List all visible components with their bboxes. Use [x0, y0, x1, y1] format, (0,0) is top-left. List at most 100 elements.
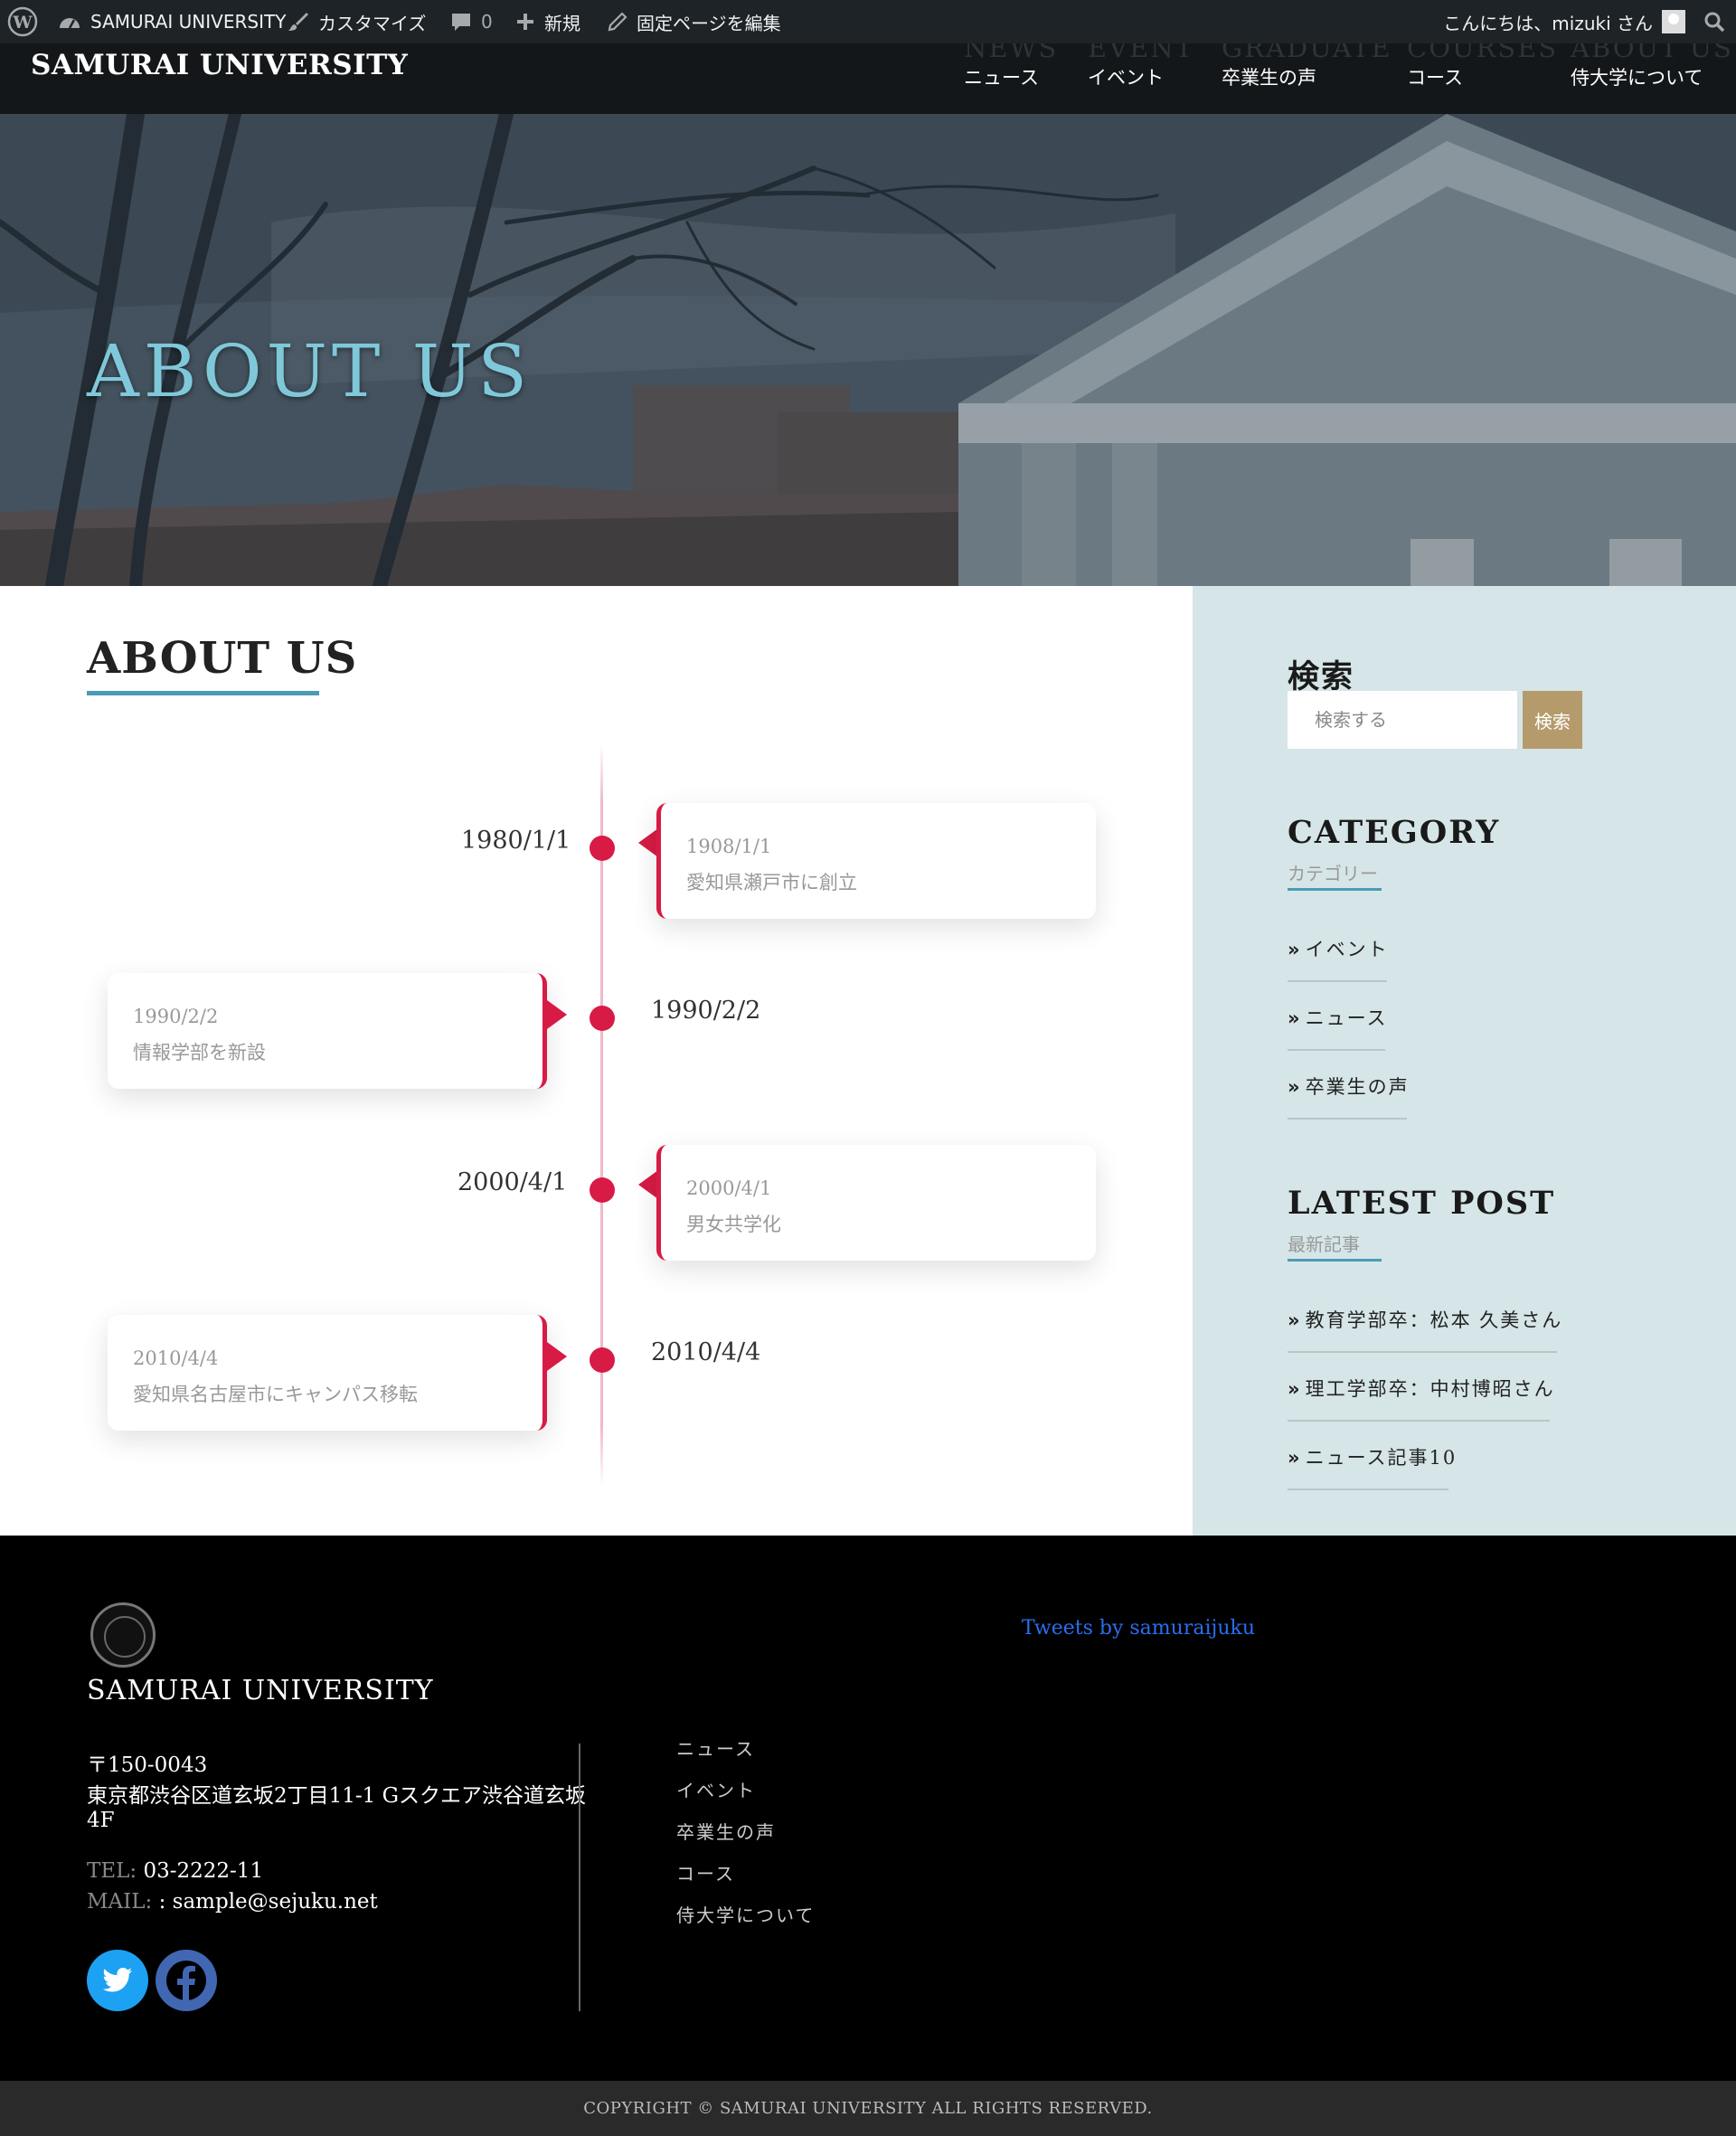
admin-greeting: こんにちは、mizuki さん	[1443, 12, 1653, 34]
category-divider	[1288, 1049, 1385, 1051]
mail-label: MAIL:	[87, 1890, 153, 1914]
category-link-label: ニュース	[1305, 1007, 1388, 1029]
admin-search-icon[interactable]	[1703, 0, 1725, 43]
twitter-icon[interactable]	[87, 1950, 148, 2011]
tel-label: TEL:	[87, 1859, 137, 1883]
footer-mail: MAIL: : sample@sejuku.net	[87, 1890, 378, 1914]
timeline-card-date: 1990/2/2	[133, 1006, 219, 1027]
tel-value: 03-2222-11	[143, 1859, 264, 1883]
admin-edit-page-label: 固定ページを編集	[637, 12, 781, 34]
hero-title: ABOUT US	[87, 329, 533, 413]
comment-icon	[452, 14, 470, 31]
admin-customize-label: カスタマイズ	[318, 12, 427, 34]
timeline-card: 1908/1/1 愛知県瀬戸市に創立	[656, 803, 1096, 919]
title-underline	[87, 691, 319, 695]
chevron-right-icon: »	[1288, 1447, 1300, 1469]
timeline-side-date: 2010/4/4	[651, 1338, 761, 1366]
category-widget-subtitle: カテゴリー	[1288, 863, 1378, 884]
footer-divider	[579, 1744, 580, 2011]
timeline-arrow	[638, 1170, 658, 1199]
timeline-card: 2010/4/4 愛知県名古屋市にキャンパス移転	[108, 1315, 547, 1431]
footer-nav-graduate[interactable]: 卒業生の声	[676, 1818, 776, 1844]
site-header: SAMURAI UNIVERSITY NEWS ニュース EVENT イベント …	[0, 33, 1736, 114]
timeline-dot	[590, 1006, 615, 1031]
timeline-arrow	[547, 1000, 567, 1029]
category-link-label: 卒業生の声	[1305, 1076, 1410, 1098]
admin-account-link[interactable]: こんにちは、mizuki さん	[1443, 0, 1685, 43]
timeline-card-date: 2010/4/4	[133, 1347, 219, 1369]
chevron-right-icon: »	[1288, 1076, 1300, 1098]
timeline-card-text: 男女共学化	[686, 1214, 781, 1235]
latest-post-divider	[1288, 1420, 1550, 1422]
mail-value: : sample@sejuku.net	[158, 1890, 378, 1914]
latest-post-label: 理工学部卒：中村博昭さん	[1305, 1378, 1555, 1400]
chevron-right-icon: »	[1288, 1378, 1300, 1400]
avatar	[1662, 10, 1685, 33]
admin-bar: W SAMURAI UNIVERSITY カスタマイズ 0 新規 固定ページを編…	[0, 0, 1736, 43]
timeline-card: 2000/4/1 男女共学化	[656, 1145, 1096, 1261]
latest-post-link[interactable]: » 理工学部卒：中村博昭さん	[1288, 1375, 1555, 1402]
footer-nav-event[interactable]: イベント	[676, 1776, 756, 1802]
latest-post-divider	[1288, 1351, 1557, 1353]
admin-site-name: SAMURAI UNIVERSITY	[90, 11, 287, 33]
latest-post-label: 教育学部卒：松本 久美さん	[1305, 1309, 1563, 1331]
category-link-label: イベント	[1305, 939, 1389, 960]
dashboard-icon	[60, 18, 80, 29]
search-button[interactable]: 検索	[1523, 691, 1582, 749]
footer-postal-code: 〒150-0043	[87, 1753, 208, 1777]
timeline-side-date: 1990/2/2	[651, 997, 761, 1025]
timeline-card-date: 2000/4/1	[686, 1177, 772, 1199]
category-divider	[1288, 1118, 1407, 1120]
footer-nav-news[interactable]: ニュース	[676, 1734, 755, 1761]
tweets-link[interactable]: Tweets by samuraijuku	[1022, 1617, 1255, 1640]
admin-edit-page-link[interactable]: 固定ページを編集	[608, 0, 781, 43]
latest-post-link[interactable]: » ニュース記事10	[1288, 1443, 1457, 1470]
timeline-dot	[590, 836, 615, 861]
admin-comments-count: 0	[481, 11, 493, 33]
timeline-card-date: 1908/1/1	[686, 836, 772, 857]
chevron-right-icon: »	[1288, 939, 1300, 960]
timeline-card-text: 情報学部を新設	[133, 1042, 266, 1063]
site-title[interactable]: SAMURAI UNIVERSITY	[31, 49, 408, 81]
latest-post-divider	[1288, 1489, 1448, 1490]
timeline-dot	[590, 1177, 615, 1203]
category-link-event[interactable]: » イベント	[1288, 935, 1389, 962]
footer-site-title: SAMURAI UNIVERSITY	[87, 1675, 434, 1706]
category-link-news[interactable]: » ニュース	[1288, 1004, 1388, 1031]
timeline-card-text: 愛知県名古屋市にキャンパス移転	[133, 1384, 418, 1405]
category-widget-title: CATEGORY	[1288, 814, 1501, 851]
timeline-card: 1990/2/2 情報学部を新設	[108, 973, 547, 1089]
footer-nav-about[interactable]: 侍大学について	[676, 1901, 815, 1927]
admin-comments-link[interactable]: 0	[450, 0, 493, 43]
category-link-graduate[interactable]: » 卒業生の声	[1288, 1073, 1410, 1100]
nav-about-jp: 侍大学について	[1571, 67, 1703, 89]
admin-customize-link[interactable]: カスタマイズ	[288, 0, 426, 43]
timeline-side-date: 2000/4/1	[458, 1168, 568, 1196]
footer-address-floor: 4F	[87, 1809, 115, 1832]
copyright: COPYRIGHT © SAMURAI UNIVERSITY ALL RIGHT…	[0, 2081, 1736, 2136]
wordpress-logo-icon[interactable]: W	[7, 0, 38, 43]
nav-news-jp: ニュース	[964, 67, 1039, 89]
pencil-icon	[608, 12, 627, 32]
chevron-right-icon: »	[1288, 1007, 1300, 1029]
footer-address: 東京都渋谷区道玄坂2丁目11-1 Gスクエア渋谷道玄坂	[87, 1784, 586, 1808]
nav-event-jp: イベント	[1088, 67, 1164, 89]
svg-text:W: W	[12, 13, 33, 33]
latest-post-link[interactable]: » 教育学部卒：松本 久美さん	[1288, 1306, 1562, 1333]
footer-tel: TEL: 03-2222-11	[87, 1859, 263, 1883]
admin-new-label: 新規	[544, 12, 580, 34]
category-divider	[1288, 980, 1387, 982]
latest-post-underline	[1288, 1259, 1382, 1262]
plus-icon	[517, 14, 533, 30]
admin-new-link[interactable]: 新規	[515, 0, 580, 43]
chevron-right-icon: »	[1288, 1309, 1300, 1331]
university-logo[interactable]	[90, 1602, 156, 1668]
nav-courses-jp: コース	[1407, 67, 1463, 89]
facebook-icon[interactable]	[156, 1950, 217, 2011]
brush-icon	[288, 13, 308, 31]
timeline-arrow	[638, 828, 658, 857]
admin-site-link[interactable]: SAMURAI UNIVERSITY	[58, 0, 286, 43]
search-input[interactable]	[1288, 691, 1517, 749]
timeline-dot	[590, 1347, 615, 1373]
footer-nav-courses[interactable]: コース	[676, 1859, 735, 1886]
